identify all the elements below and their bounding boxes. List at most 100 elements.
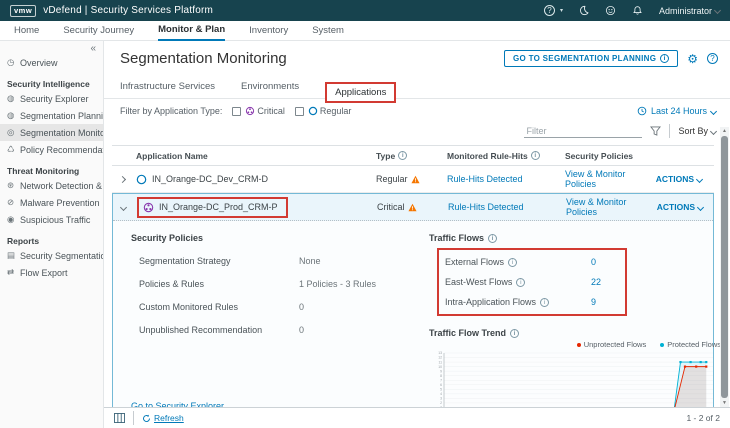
sidebar-item-security-explorer[interactable]: ◍ Security Explorer xyxy=(0,90,103,107)
filter-type-label: Filter by Application Type: xyxy=(120,106,222,116)
detail-row: Policies & Rules 1 Policies - 3 Rules xyxy=(139,279,411,289)
segmentation-monitoring-icon: ◎ xyxy=(7,127,16,138)
nav-monitor-plan[interactable]: Monitor & Plan xyxy=(158,21,225,41)
svg-text:13: 13 xyxy=(438,351,442,355)
svg-text:6: 6 xyxy=(440,383,442,387)
rule-hits-link[interactable]: Rule-Hits Detected xyxy=(447,174,565,184)
policies-rules-link[interactable]: 1 Policies - 3 Rules xyxy=(299,279,376,289)
actions-dropdown[interactable]: ACTIONS xyxy=(654,202,707,212)
sidebar-group-security-intelligence: Security Intelligence xyxy=(0,71,103,90)
chart-legend: Unprotected Flows Protected Flows xyxy=(429,340,721,349)
svg-text:7: 7 xyxy=(440,378,442,382)
sidebar-item-security-segmentation-report[interactable]: ▤ Security Segmentation R... xyxy=(0,247,103,264)
info-icon: i xyxy=(510,329,519,338)
refresh-button[interactable]: Refresh xyxy=(142,413,184,423)
settings-gear-icon[interactable]: ⚙ xyxy=(687,53,698,65)
applications-table: Application Name Type i Monitored Rule-Hi… xyxy=(112,145,714,428)
sidebar-item-segmentation-monitoring[interactable]: ◎ Segmentation Monitoring xyxy=(0,124,103,141)
svg-text:4: 4 xyxy=(440,392,442,396)
primary-nav: Home Security Journey Monitor & Plan Inv… xyxy=(0,21,730,41)
sort-by-dropdown[interactable]: Sort By xyxy=(678,126,716,136)
divider xyxy=(133,411,134,425)
help-icon[interactable]: ? xyxy=(544,5,555,16)
vertical-scrollbar[interactable]: ▲ ▼ xyxy=(720,127,729,407)
east-west-flows-value[interactable]: 22 xyxy=(591,277,619,287)
sidebar-group-threat-monitoring: Threat Monitoring xyxy=(0,158,103,177)
application-name: IN_Orange-DC_Dev_CRM-D xyxy=(152,174,268,184)
table-row[interactable]: IN_Orange-DC_Prod_CRM-P Critical Rule-Hi… xyxy=(113,194,713,221)
column-picker-icon[interactable] xyxy=(114,413,125,423)
sidebar-item-overview[interactable]: ◷ Overview xyxy=(0,54,103,71)
divider xyxy=(669,124,670,138)
traffic-flow-trend-title: Traffic Flow Trend xyxy=(429,328,506,338)
tab-infrastructure-services[interactable]: Infrastructure Services xyxy=(120,81,215,98)
sidebar-item-malware-prevention[interactable]: ⊘ Malware Prevention xyxy=(0,194,103,211)
actions-dropdown[interactable]: ACTIONS xyxy=(653,174,706,184)
nav-security-journey[interactable]: Security Journey xyxy=(63,21,134,41)
column-header-security-policies[interactable]: Security Policies xyxy=(565,151,653,161)
sidebar-item-suspicious-traffic[interactable]: ◉ Suspicious Traffic xyxy=(0,211,103,228)
notifications-bell-icon[interactable] xyxy=(632,5,644,17)
table-footer: Refresh 1 - 2 of 2 xyxy=(104,407,730,428)
regular-filter[interactable]: Regular xyxy=(295,106,352,116)
view-monitor-policies-link[interactable]: View & Monitor Policies xyxy=(565,169,653,189)
external-flows-value[interactable]: 0 xyxy=(591,257,619,267)
svg-text:2: 2 xyxy=(440,401,442,405)
svg-text:12: 12 xyxy=(438,356,442,360)
sidebar-item-network-detection[interactable]: ⊛ Network Detection & Res... xyxy=(0,177,103,194)
regular-checkbox[interactable] xyxy=(295,107,304,116)
sidebar-item-policy-recommendations[interactable]: ♺ Policy Recommendations xyxy=(0,141,103,158)
application-name: IN_Orange-DC_Prod_CRM-P xyxy=(159,202,278,212)
refresh-icon xyxy=(142,414,151,423)
nav-inventory[interactable]: Inventory xyxy=(249,21,288,41)
overview-icon: ◷ xyxy=(7,57,16,68)
legend-dot xyxy=(577,343,581,347)
page-help-icon[interactable]: ? xyxy=(707,53,718,64)
regular-app-icon xyxy=(136,174,147,185)
annotation-box: External Flowsi 0 East-West Flowsi 22 In… xyxy=(437,248,627,316)
sidebar: « ◷ Overview Security Intelligence ◍ Sec… xyxy=(0,41,104,428)
scrollbar-thumb[interactable] xyxy=(721,136,728,398)
column-header-application-name[interactable]: Application Name xyxy=(136,151,376,161)
legend-dot xyxy=(660,343,664,347)
tab-applications[interactable]: Applications xyxy=(325,82,396,103)
app-type: Critical xyxy=(377,202,405,212)
go-to-segmentation-planning-button[interactable]: GO TO SEGMENTATION PLANNING i xyxy=(504,50,678,67)
scroll-down-icon[interactable]: ▼ xyxy=(722,399,727,407)
nav-home[interactable]: Home xyxy=(14,21,39,41)
clock-icon xyxy=(637,106,647,116)
info-icon: i xyxy=(660,54,669,63)
intra-application-flows-value[interactable]: 9 xyxy=(591,297,619,307)
suspicious-traffic-icon: ◉ xyxy=(7,214,16,225)
tab-bar: Infrastructure Services Environments App… xyxy=(104,75,730,99)
feedback-smiley-icon[interactable] xyxy=(605,5,617,17)
collapse-chevron-icon[interactable] xyxy=(120,203,127,210)
sidebar-item-flow-export[interactable]: ⇄ Flow Export xyxy=(0,264,103,281)
chevron-down-icon xyxy=(697,203,704,210)
column-header-type[interactable]: Type xyxy=(376,151,395,161)
user-menu[interactable]: Administrator xyxy=(659,6,720,16)
critical-app-icon xyxy=(245,106,255,116)
rule-hits-link[interactable]: Rule-Hits Detected xyxy=(448,202,566,212)
flow-row: East-West Flowsi 22 xyxy=(445,272,619,292)
theme-moon-icon[interactable] xyxy=(578,5,590,17)
sidebar-item-segmentation-planning[interactable]: ◍ Segmentation Planning xyxy=(0,107,103,124)
column-header-rule-hits[interactable]: Monitored Rule-Hits xyxy=(447,151,528,161)
expanded-row-container: IN_Orange-DC_Prod_CRM-P Critical Rule-Hi… xyxy=(112,193,714,428)
flow-export-icon: ⇄ xyxy=(7,267,16,278)
filter-funnel-icon[interactable] xyxy=(650,126,661,136)
view-monitor-policies-link[interactable]: View & Monitor Policies xyxy=(566,197,654,217)
time-range-dropdown[interactable]: Last 24 Hours xyxy=(637,106,716,116)
tab-environments[interactable]: Environments xyxy=(241,81,299,98)
info-icon: i xyxy=(516,278,525,287)
scroll-up-icon[interactable]: ▲ xyxy=(722,127,727,135)
table-row[interactable]: IN_Orange-DC_Dev_CRM-D Regular Rule-Hits… xyxy=(112,166,714,193)
critical-checkbox[interactable] xyxy=(232,107,241,116)
report-icon: ▤ xyxy=(7,250,16,261)
expand-chevron-icon[interactable] xyxy=(119,175,126,182)
sidebar-collapse-icon[interactable]: « xyxy=(90,43,96,54)
nav-system[interactable]: System xyxy=(312,21,344,41)
critical-filter[interactable]: Critical xyxy=(232,106,285,116)
filter-input[interactable] xyxy=(524,125,642,138)
legend-unprotected-flows: Unprotected Flows xyxy=(577,340,647,349)
